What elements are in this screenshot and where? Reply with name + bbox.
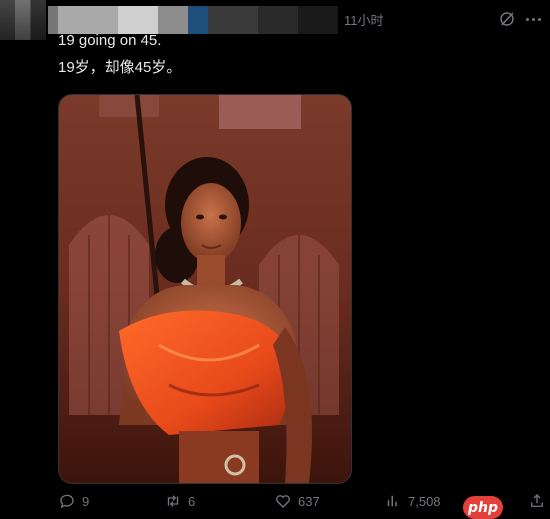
tweet[interactable]: 11小时 19 going on 45. 19岁，却像45岁。 9 6 637 … (0, 0, 550, 519)
post-image[interactable] (58, 94, 352, 484)
reply-count: 9 (82, 493, 90, 509)
share-button[interactable] (528, 492, 546, 510)
reply-button[interactable]: 9 (58, 492, 89, 510)
analytics-icon (387, 495, 397, 507)
php-watermark: php (463, 496, 503, 519)
share-icon (531, 494, 543, 507)
heart-icon (276, 495, 290, 508)
timestamp[interactable]: 11小时 (344, 10, 384, 29)
repost-button[interactable]: 6 (164, 492, 195, 510)
repost-icon (167, 495, 179, 507)
repost-count: 6 (188, 493, 196, 509)
reply-icon (60, 494, 74, 509)
view-count: 7,508 (408, 493, 441, 509)
author-name-redacted[interactable] (48, 6, 338, 34)
post-text-line-1: 19 going on 45. (58, 32, 162, 49)
more-icon[interactable] (526, 18, 541, 21)
avatar[interactable] (0, 0, 46, 40)
like-button[interactable]: 637 (274, 492, 320, 510)
post-text-line-2: 19岁，却像45岁。 (58, 59, 182, 76)
woman-in-orange-sari-image (59, 95, 351, 483)
grok-icon[interactable] (498, 10, 516, 28)
views-button[interactable]: 7,508 (384, 492, 441, 510)
like-count: 637 (298, 493, 320, 509)
